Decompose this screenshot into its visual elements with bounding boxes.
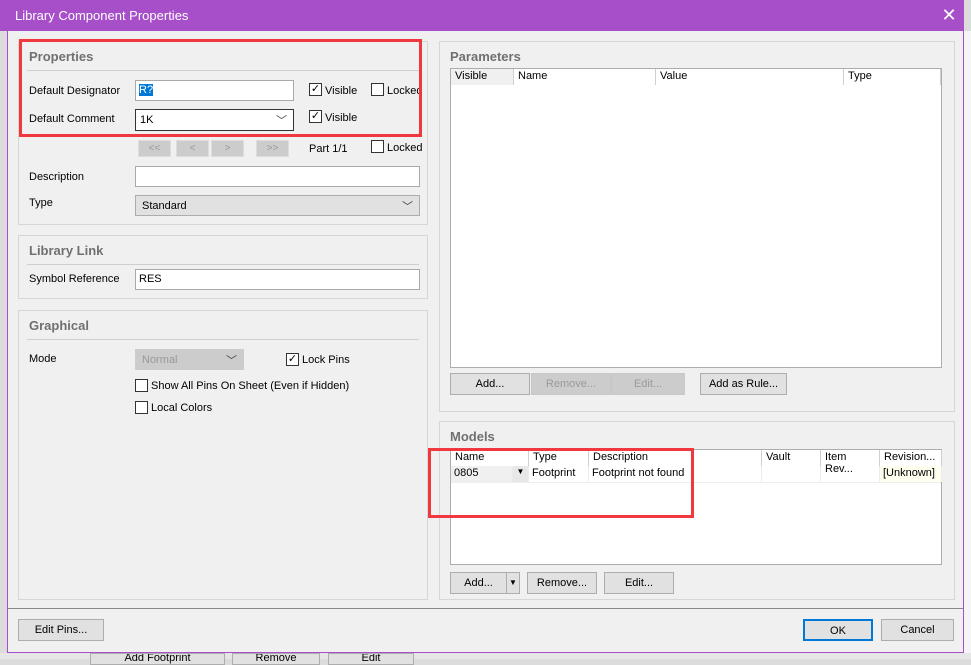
models-edit-button[interactable]: Edit... [604, 572, 674, 594]
divider [27, 339, 419, 340]
local-colors-checkbox[interactable] [135, 401, 148, 414]
library-link-group: Library Link Symbol Reference RES [18, 235, 428, 299]
graphical-group: Graphical Mode Normal ﹀ ✓ Lock Pins Show … [18, 310, 428, 600]
models-add-button[interactable]: Add... [450, 572, 506, 594]
window-title: Library Component Properties [15, 8, 189, 23]
column-header-vault[interactable]: Vault [762, 450, 821, 466]
parameters-table[interactable]: Visible Name Value Type [450, 68, 942, 368]
add-dropdown-arrow-icon[interactable]: ▼ [506, 572, 520, 594]
description-label: Description [29, 171, 85, 183]
prev-part-button[interactable]: < [176, 140, 209, 157]
description-input[interactable] [135, 166, 420, 187]
part-locked-checkbox[interactable] [371, 140, 384, 153]
local-colors-label: Local Colors [151, 402, 213, 414]
column-header-visible[interactable]: Visible [451, 69, 514, 85]
type-select[interactable]: Standard ﹀ [135, 195, 420, 216]
part-label: Part 1/1 [309, 143, 348, 155]
symbol-reference-label: Symbol Reference [29, 273, 120, 285]
column-header-name[interactable]: Name [514, 69, 656, 85]
edit-pins-button[interactable]: Edit Pins... [18, 619, 104, 641]
column-header-type[interactable]: Type [844, 69, 941, 85]
divider [27, 264, 419, 265]
highlight-box-models [428, 448, 694, 518]
parameters-title: Parameters [450, 49, 521, 64]
highlight-box-properties [19, 39, 422, 137]
chevron-down-icon: ﹀ [226, 355, 237, 367]
library-link-title: Library Link [29, 243, 104, 258]
lock-pins-label: Lock Pins [302, 354, 350, 366]
parameters-edit-button[interactable]: Edit... [611, 373, 685, 395]
graphical-title: Graphical [29, 318, 89, 333]
column-header-value[interactable]: Value [656, 69, 844, 85]
model-item-rev [821, 466, 880, 482]
title-bar: Library Component Properties ✕ [0, 0, 964, 31]
lock-pins-checkbox[interactable]: ✓ [286, 353, 299, 366]
bg-edit-button[interactable]: Edit [328, 653, 414, 665]
type-label: Type [29, 197, 53, 209]
chevron-down-icon: ﹀ [402, 201, 413, 213]
background-app-right [964, 31, 971, 653]
next-part-button[interactable]: > [211, 140, 244, 157]
column-header-revision[interactable]: Revision... [880, 450, 942, 466]
cancel-button[interactable]: Cancel [881, 619, 954, 641]
bg-add-footprint-button[interactable]: Add Footprint [90, 653, 225, 665]
parameters-remove-button[interactable]: Remove... [531, 373, 611, 395]
first-part-button[interactable]: << [138, 140, 171, 157]
locked-label: Locked [387, 142, 423, 154]
close-icon[interactable]: ✕ [938, 4, 960, 26]
mode-label: Mode [29, 353, 57, 365]
show-all-pins-checkbox[interactable] [135, 379, 148, 392]
models-remove-button[interactable]: Remove... [527, 572, 597, 594]
model-vault [762, 466, 821, 482]
model-revision: [Unknown] [880, 466, 942, 482]
add-as-rule-button[interactable]: Add as Rule... [700, 373, 787, 395]
mode-value: Normal [142, 354, 178, 366]
background-app-bar: Add Footprint Remove Edit [0, 653, 971, 665]
bg-remove-button[interactable]: Remove [232, 653, 320, 665]
symbol-reference-input[interactable]: RES [135, 269, 420, 290]
column-header-item-rev[interactable]: Item Rev... [821, 450, 880, 475]
ok-button[interactable]: OK [803, 619, 873, 641]
dialog-body: Properties Default Designator R? ✓ Visib… [7, 31, 964, 653]
mode-select[interactable]: Normal ﹀ [135, 349, 244, 370]
last-part-button[interactable]: >> [256, 140, 289, 157]
type-value: Standard [142, 200, 187, 212]
parameters-group: Parameters Visible Name Value Type Add..… [439, 41, 955, 412]
footer-divider [8, 608, 963, 609]
models-title: Models [450, 429, 495, 444]
parameters-add-button[interactable]: Add... [450, 373, 530, 395]
show-all-pins-label: Show All Pins On Sheet (Even if Hidden) [151, 380, 350, 392]
